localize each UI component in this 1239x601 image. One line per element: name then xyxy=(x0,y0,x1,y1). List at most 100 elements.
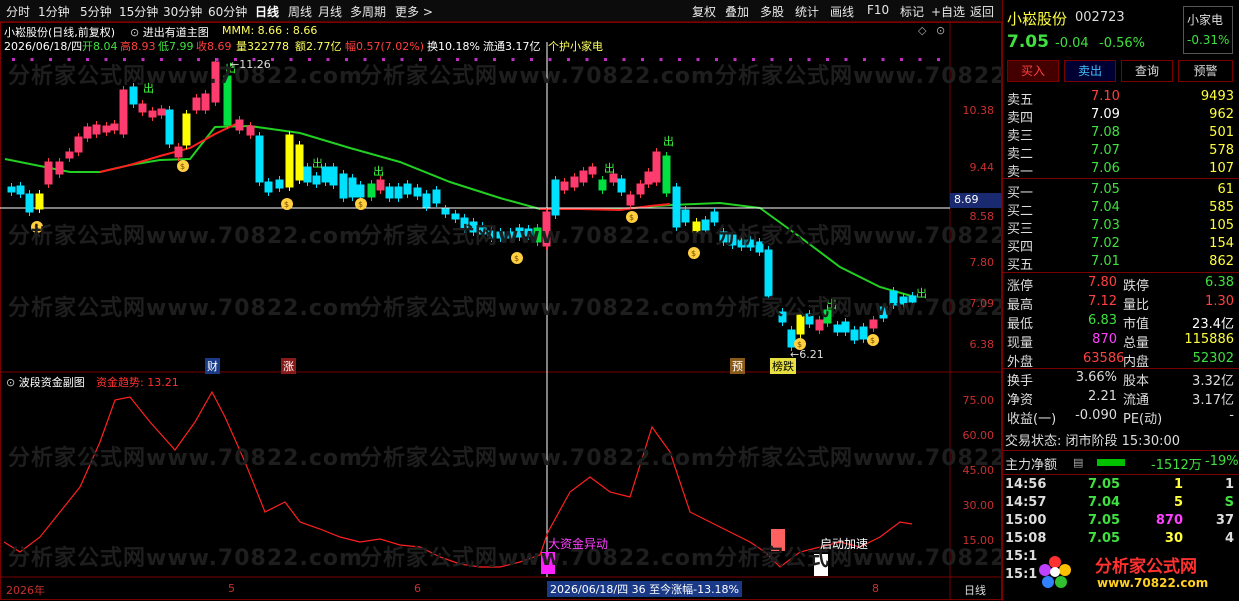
order-book-row[interactable]: 买一 7.05 61 xyxy=(1003,182,1239,201)
order-book-row[interactable]: 买五 7.01 862 xyxy=(1003,254,1239,273)
mark-button[interactable]: 标记 xyxy=(900,3,924,20)
tab-30min[interactable]: 30分钟 xyxy=(163,3,202,20)
tag-bang[interactable]: 榜跌 xyxy=(770,358,796,374)
sub-dropdown-icon[interactable]: ⊙ xyxy=(6,376,19,389)
tick-volume: 870 xyxy=(1155,513,1183,528)
overlay-button[interactable]: 叠加 xyxy=(725,3,749,20)
net-flow-pct: -19% xyxy=(1205,454,1239,469)
stat-row: 最低 6.83 市值 23.4亿 xyxy=(1003,313,1239,332)
candle-body xyxy=(321,166,330,183)
list-icon[interactable]: ▤ xyxy=(1073,456,1083,469)
order-book-row[interactable]: 买四 7.02 154 xyxy=(1003,236,1239,255)
sell-signal-mark: 出 xyxy=(312,156,323,170)
tab-multi-period[interactable]: 多周期 xyxy=(350,3,386,20)
candle-body xyxy=(165,109,174,145)
tick-count: 1 xyxy=(1224,477,1234,492)
divider xyxy=(1003,474,1239,475)
chart-area[interactable]: $ $ $ $ $ $ $ $ $ 出出出出出出出出 分析家公式网www.70822.com 分析… xyxy=(0,22,1069,600)
tab-60min[interactable]: 60分钟 xyxy=(208,3,247,20)
quote-panel: 小崧股份 002723 小家电 -0.31% 7.05 -0.04 -0.56%… xyxy=(1002,0,1239,601)
stat-label: 市值 xyxy=(1123,317,1150,332)
candle-body xyxy=(367,183,376,198)
money-bag-symbol: $ xyxy=(870,336,875,345)
candle-body xyxy=(422,193,431,208)
sub-tick: 30.00 xyxy=(962,499,995,512)
period-label[interactable]: 日线 xyxy=(964,582,986,598)
candle-body xyxy=(44,161,53,185)
x-axis-month: 8 xyxy=(872,582,879,595)
book-volume: 105 xyxy=(1209,218,1234,233)
stat-row: 现量 870 总量 115886 xyxy=(1003,332,1239,351)
book-level-label: 买一 xyxy=(1007,186,1034,201)
sub-trend-value: 资金趋势: 13.21 xyxy=(96,376,179,389)
query-button[interactable]: 查询 xyxy=(1121,60,1173,82)
candle-body xyxy=(598,179,607,191)
sub-tick: 45.00 xyxy=(962,464,995,477)
watermark: 分析家公式网www.70822.com xyxy=(8,446,363,471)
order-book-row[interactable]: 卖一 7.06 107 xyxy=(1003,161,1239,180)
tag-yu[interactable]: 预 xyxy=(730,358,745,374)
tab-daily[interactable]: 日线 xyxy=(255,3,279,20)
stat-value: -0.090 xyxy=(1075,408,1117,423)
candle-body xyxy=(110,123,119,131)
tab-15min[interactable]: 15分钟 xyxy=(119,3,158,20)
stat-value: 115886 xyxy=(1184,332,1234,347)
tab-fenshi[interactable]: 分时 xyxy=(6,3,30,20)
order-book-row[interactable]: 卖三 7.08 501 xyxy=(1003,125,1239,144)
stat-value: 3.32亿 xyxy=(1192,374,1234,389)
tick-row: 15:08 7.05 30 4 xyxy=(1003,531,1239,549)
tag-zhang[interactable]: 涨 xyxy=(281,358,296,374)
buy-button[interactable]: 买入 xyxy=(1007,60,1059,82)
f10-button[interactable]: F10 xyxy=(867,3,889,17)
order-book-row[interactable]: 买二 7.04 585 xyxy=(1003,200,1239,219)
draw-line-button[interactable]: 画线 xyxy=(830,3,854,20)
sell-button[interactable]: 卖出 xyxy=(1064,60,1116,82)
book-price: 7.03 xyxy=(1091,218,1120,233)
tab-monthly[interactable]: 月线 xyxy=(318,3,342,20)
candle-body xyxy=(119,89,128,135)
tag-cai[interactable]: 财 xyxy=(205,358,220,374)
tick-count: 4 xyxy=(1224,531,1234,546)
tab-5min[interactable]: 5分钟 xyxy=(80,3,112,20)
book-level-label: 卖二 xyxy=(1007,147,1034,162)
price-change: -0.04 xyxy=(1055,36,1089,51)
add-watchlist-button[interactable]: +自选 xyxy=(931,3,965,20)
candle-body xyxy=(148,110,157,118)
stat-value: 52302 xyxy=(1192,351,1234,366)
book-price: 7.07 xyxy=(1091,143,1120,158)
header-concept: 个护小家电 xyxy=(548,40,603,53)
stat-value: 6.83 xyxy=(1088,313,1117,328)
order-book-row[interactable]: 卖五 7.10 9493 xyxy=(1003,89,1239,108)
candle-body xyxy=(356,184,365,198)
tick-time: 14:56 xyxy=(1005,477,1047,492)
alert-button[interactable]: 预警 xyxy=(1178,60,1233,82)
header-open: 开8.04 xyxy=(82,40,118,53)
stat-value: 23.4亿 xyxy=(1192,317,1234,332)
order-book-row[interactable]: 卖四 7.09 962 xyxy=(1003,107,1239,126)
tab-1min[interactable]: 1分钟 xyxy=(38,3,70,20)
candle-body xyxy=(850,329,859,341)
sector-box[interactable]: 小家电 -0.31% xyxy=(1183,6,1233,54)
tab-weekly[interactable]: 周线 xyxy=(288,3,312,20)
watermark: 分析家公式网www.70822.com xyxy=(8,296,363,321)
candle-body xyxy=(264,181,273,193)
collapse-icon[interactable]: ⊙ xyxy=(936,24,945,37)
back-button[interactable]: 返回 xyxy=(970,3,994,20)
diamond-icon[interactable]: ◇ xyxy=(918,24,926,37)
order-book-row[interactable]: 卖二 7.07 578 xyxy=(1003,143,1239,162)
stats-button[interactable]: 统计 xyxy=(795,3,819,20)
price-tick: 10.38 xyxy=(962,104,995,117)
tab-more[interactable]: 更多 > xyxy=(395,3,433,20)
header-volume: 量322778 xyxy=(236,40,289,53)
fuquan-button[interactable]: 复权 xyxy=(692,3,716,20)
candle-body xyxy=(551,179,560,216)
money-bag-symbol: $ xyxy=(358,200,363,209)
candle-body xyxy=(617,178,626,193)
money-bag-symbol: $ xyxy=(691,249,696,258)
candle-body xyxy=(303,166,312,183)
trade-status: 交易状态: 闭市阶段 15:30:00 xyxy=(1005,434,1181,449)
candle-body xyxy=(312,175,321,185)
candle-body xyxy=(35,193,44,210)
order-book-row[interactable]: 买三 7.03 105 xyxy=(1003,218,1239,237)
multi-stock-button[interactable]: 多股 xyxy=(760,3,784,20)
